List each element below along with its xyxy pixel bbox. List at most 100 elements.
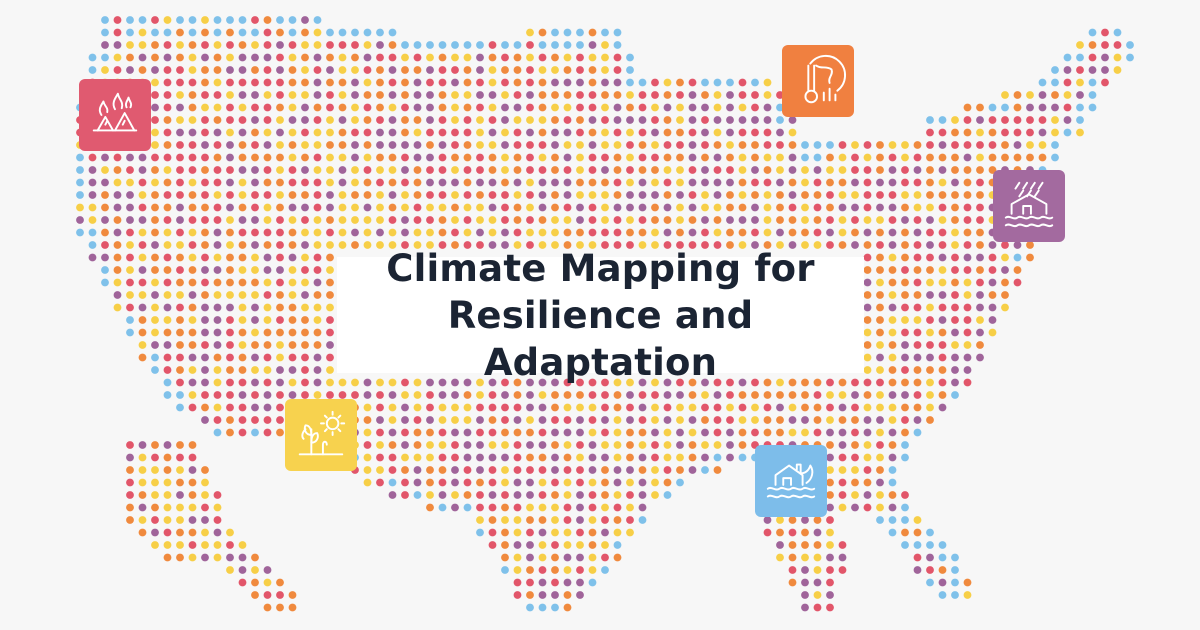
map-dot	[176, 303, 184, 312]
map-dot	[188, 266, 197, 274]
map-dot	[251, 303, 259, 312]
map-dot	[251, 91, 259, 99]
map-dot	[476, 441, 484, 449]
map-dot	[76, 178, 84, 187]
map-dot	[238, 153, 247, 162]
map-dot	[426, 403, 434, 412]
map-dot	[201, 553, 209, 562]
map-dot	[813, 391, 822, 399]
map-dot	[601, 53, 609, 62]
map-dot	[501, 203, 509, 212]
map-dot	[126, 66, 134, 74]
map-dot	[176, 403, 184, 412]
map-dot	[876, 453, 884, 462]
map-dot	[1001, 103, 1009, 112]
map-dot	[351, 41, 359, 49]
map-dot	[376, 178, 384, 187]
map-dot	[451, 103, 459, 112]
map-dot	[151, 103, 159, 112]
map-dot	[676, 91, 684, 99]
map-dot	[563, 153, 572, 162]
map-dot	[326, 266, 334, 274]
map-dot	[988, 116, 997, 124]
map-dot	[213, 491, 222, 499]
map-dot	[813, 541, 822, 549]
map-dot	[213, 216, 222, 224]
map-dot	[513, 491, 522, 499]
map-dot	[476, 478, 484, 487]
map-dot	[588, 516, 597, 524]
map-dot	[488, 116, 497, 124]
map-dot	[413, 453, 422, 462]
map-dot	[851, 203, 859, 212]
map-dot	[188, 103, 197, 112]
map-dot	[313, 53, 322, 62]
map-dot	[88, 166, 97, 174]
map-dot	[376, 466, 384, 474]
map-dot	[951, 216, 959, 224]
map-dot	[838, 203, 847, 212]
map-dot	[926, 253, 934, 262]
map-dot	[263, 166, 272, 174]
map-dot	[463, 66, 472, 74]
map-dot	[988, 316, 997, 324]
map-dot	[276, 228, 284, 237]
map-dot	[913, 416, 922, 424]
map-dot	[1051, 128, 1059, 137]
map-dot	[451, 391, 459, 399]
map-dot	[176, 391, 184, 399]
map-dot	[788, 391, 797, 399]
map-dot	[963, 378, 972, 387]
map-dot	[213, 66, 222, 74]
map-dot	[913, 428, 922, 437]
map-dot	[838, 566, 847, 574]
map-dot	[226, 353, 234, 362]
map-dot	[751, 103, 759, 112]
map-dot	[176, 103, 184, 112]
map-dot	[313, 153, 322, 162]
map-dot	[151, 128, 159, 137]
map-dot	[751, 78, 759, 87]
map-dot	[251, 278, 259, 287]
map-dot	[863, 378, 872, 387]
map-dot	[551, 516, 559, 524]
map-dot	[576, 528, 584, 537]
map-dot	[288, 591, 297, 599]
map-dot	[726, 153, 734, 162]
map-dot	[851, 478, 859, 487]
map-dot	[213, 153, 222, 162]
map-dot	[501, 391, 509, 399]
map-dot	[401, 66, 409, 74]
map-dot	[263, 416, 272, 424]
map-dot	[676, 391, 684, 399]
map-dot	[526, 103, 534, 112]
map-dot	[351, 116, 359, 124]
map-dot	[263, 128, 272, 137]
map-dot	[463, 178, 472, 187]
map-dot	[963, 203, 972, 212]
map-dot	[151, 166, 159, 174]
map-dot	[713, 191, 722, 199]
map-dot	[213, 191, 222, 199]
map-dot	[1013, 153, 1022, 162]
map-dot	[388, 128, 397, 137]
map-dot	[326, 178, 334, 187]
map-dot	[726, 178, 734, 187]
map-dot	[926, 553, 934, 562]
map-dot	[501, 528, 509, 537]
map-dot	[226, 541, 234, 549]
map-dot	[551, 228, 559, 237]
map-dot	[326, 328, 334, 337]
map-dot	[463, 428, 472, 437]
map-dot	[163, 516, 172, 524]
map-dot	[263, 278, 272, 287]
map-dot	[951, 241, 959, 249]
map-dot	[626, 178, 634, 187]
map-dot	[563, 591, 572, 599]
map-dot	[113, 41, 122, 49]
map-dot	[363, 466, 372, 474]
map-dot	[876, 191, 884, 199]
map-dot	[326, 216, 334, 224]
map-dot	[776, 166, 784, 174]
map-dot	[376, 403, 384, 412]
